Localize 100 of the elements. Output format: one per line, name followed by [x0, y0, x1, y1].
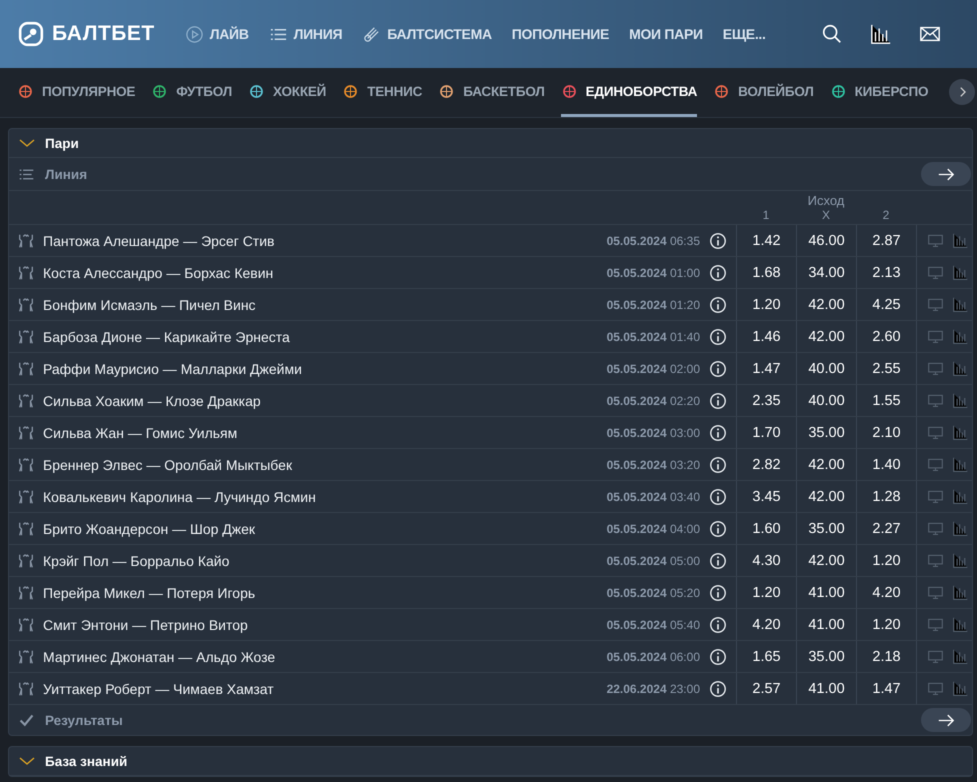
- monitor-icon[interactable]: [927, 360, 944, 377]
- match-name[interactable]: Сильва Жан — Гомис Уильям: [43, 424, 607, 440]
- info-icon[interactable]: [709, 328, 727, 346]
- info-icon[interactable]: [709, 648, 727, 666]
- odds-cell[interactable]: 3.45: [736, 481, 796, 512]
- scroll-right-button[interactable]: [949, 79, 975, 105]
- arrow-button[interactable]: [921, 162, 971, 186]
- odds-cell[interactable]: 1.70: [736, 417, 796, 448]
- odds-cell[interactable]: 1.65: [736, 641, 796, 672]
- info-icon[interactable]: [709, 264, 727, 282]
- arrow-button[interactable]: [921, 708, 971, 732]
- odds-cell[interactable]: 2.18: [856, 641, 916, 672]
- info-icon[interactable]: [709, 424, 727, 442]
- chevron-down-icon[interactable]: [19, 138, 35, 148]
- odds-cell[interactable]: 42.00: [796, 289, 856, 320]
- monitor-icon[interactable]: [927, 648, 944, 665]
- odds-cell[interactable]: 41.00: [796, 577, 856, 608]
- info-icon[interactable]: [709, 392, 727, 410]
- odds-cell[interactable]: 42.00: [796, 481, 856, 512]
- match-name[interactable]: Бонфим Исмаэль — Пичел Винс: [43, 296, 607, 312]
- sport-tab[interactable]: КИБЕРСПО: [830, 68, 928, 117]
- monitor-icon[interactable]: [927, 552, 944, 569]
- odds-cell[interactable]: 4.30: [736, 545, 796, 576]
- odds-cell[interactable]: 40.00: [796, 385, 856, 416]
- monitor-icon[interactable]: [927, 232, 944, 249]
- match-name[interactable]: Перейра Микел — Потеря Игорь: [43, 584, 607, 600]
- odds-cell[interactable]: 34.00: [796, 257, 856, 288]
- odds-cell[interactable]: 35.00: [796, 641, 856, 672]
- match-name[interactable]: Брито Жоандерсон — Шор Джек: [43, 520, 607, 536]
- odds-cell[interactable]: 1.55: [856, 385, 916, 416]
- monitor-icon[interactable]: [927, 680, 944, 697]
- monitor-icon[interactable]: [927, 328, 944, 345]
- odds-cell[interactable]: 1.47: [736, 353, 796, 384]
- odds-cell[interactable]: 1.46: [736, 321, 796, 352]
- odds-cell[interactable]: 46.00: [796, 225, 856, 256]
- match-name[interactable]: Ковалькевич Каролина — Лучиндо Ясмин: [43, 488, 607, 504]
- nav-link[interactable]: БАЛТСИСТЕМА: [362, 24, 492, 44]
- sport-tab[interactable]: ВОЛЕЙБОЛ: [713, 68, 814, 117]
- info-icon[interactable]: [709, 584, 727, 602]
- monitor-icon[interactable]: [927, 392, 944, 409]
- odds-cell[interactable]: 35.00: [796, 513, 856, 544]
- odds-cell[interactable]: 42.00: [796, 449, 856, 480]
- odds-cell[interactable]: 2.55: [856, 353, 916, 384]
- odds-cell[interactable]: 1.40: [856, 449, 916, 480]
- nav-link[interactable]: ЛАЙВ: [184, 24, 249, 44]
- odds-cell[interactable]: 2.82: [736, 449, 796, 480]
- odds-cell[interactable]: 42.00: [796, 321, 856, 352]
- match-name[interactable]: Бреннер Элвес — Оролбай Мыктыбек: [43, 456, 607, 472]
- sport-tab[interactable]: ХОККЕЙ: [248, 68, 326, 117]
- monitor-icon[interactable]: [927, 616, 944, 633]
- info-icon[interactable]: [709, 232, 727, 250]
- info-icon[interactable]: [709, 488, 727, 506]
- odds-cell[interactable]: 2.87: [856, 225, 916, 256]
- odds-cell[interactable]: 1.42: [736, 225, 796, 256]
- match-name[interactable]: Раффи Маурисио — Малларки Джейми: [43, 360, 607, 376]
- monitor-icon[interactable]: [927, 424, 944, 441]
- search-icon[interactable]: [821, 23, 843, 45]
- chevron-down-icon[interactable]: [19, 756, 35, 766]
- monitor-icon[interactable]: [927, 584, 944, 601]
- sport-tab[interactable]: ТЕННИС: [342, 68, 422, 117]
- odds-cell[interactable]: 1.28: [856, 481, 916, 512]
- match-name[interactable]: Крэйг Пол — Борральо Кайо: [43, 552, 607, 568]
- monitor-icon[interactable]: [927, 520, 944, 537]
- odds-cell[interactable]: 1.20: [856, 609, 916, 640]
- odds-cell[interactable]: 1.20: [856, 545, 916, 576]
- odds-cell[interactable]: 2.27: [856, 513, 916, 544]
- monitor-icon[interactable]: [927, 296, 944, 313]
- odds-cell[interactable]: 1.20: [736, 577, 796, 608]
- odds-cell[interactable]: 2.57: [736, 673, 796, 704]
- info-icon[interactable]: [709, 456, 727, 474]
- sport-tab[interactable]: ФУТБОЛ: [151, 68, 232, 117]
- monitor-icon[interactable]: [927, 488, 944, 505]
- nav-link[interactable]: ЛИНИЯ: [268, 24, 342, 44]
- match-name[interactable]: Пантожа Алешандре — Эрсег Стив: [43, 232, 607, 248]
- odds-cell[interactable]: 4.20: [856, 577, 916, 608]
- odds-cell[interactable]: 35.00: [796, 417, 856, 448]
- match-name[interactable]: Барбоза Дионе — Карикайте Эрнеста: [43, 328, 607, 344]
- match-name[interactable]: Сильва Хоаким — Клозе Драккар: [43, 392, 607, 408]
- sport-tab[interactable]: ЕДИНОБОРСТВА: [560, 68, 698, 117]
- odds-cell[interactable]: 2.35: [736, 385, 796, 416]
- odds-cell[interactable]: 2.10: [856, 417, 916, 448]
- match-name[interactable]: Коста Алессандро — Борхас Кевин: [43, 264, 607, 280]
- match-name[interactable]: Смит Энтони — Петрино Витор: [43, 616, 607, 632]
- results-label[interactable]: Результаты: [45, 712, 123, 728]
- info-icon[interactable]: [709, 680, 727, 698]
- line-label[interactable]: Линия: [45, 166, 88, 182]
- nav-link[interactable]: ПОПОЛНЕНИЕ: [512, 26, 610, 42]
- info-icon[interactable]: [709, 360, 727, 378]
- logo-text[interactable]: БАЛТБЕТ: [52, 22, 155, 46]
- match-name[interactable]: Уиттакер Роберт — Чимаев Хамзат: [43, 680, 607, 696]
- odds-cell[interactable]: 40.00: [796, 353, 856, 384]
- odds-cell[interactable]: 4.20: [736, 609, 796, 640]
- odds-cell[interactable]: 41.00: [796, 609, 856, 640]
- nav-link[interactable]: МОИ ПАРИ: [629, 26, 703, 42]
- info-icon[interactable]: [709, 296, 727, 314]
- odds-cell[interactable]: 4.25: [856, 289, 916, 320]
- odds-cell[interactable]: 1.47: [856, 673, 916, 704]
- sport-tab[interactable]: ПОПУЛЯРНОЕ: [17, 68, 136, 117]
- odds-cell[interactable]: 1.20: [736, 289, 796, 320]
- odds-cell[interactable]: 2.13: [856, 257, 916, 288]
